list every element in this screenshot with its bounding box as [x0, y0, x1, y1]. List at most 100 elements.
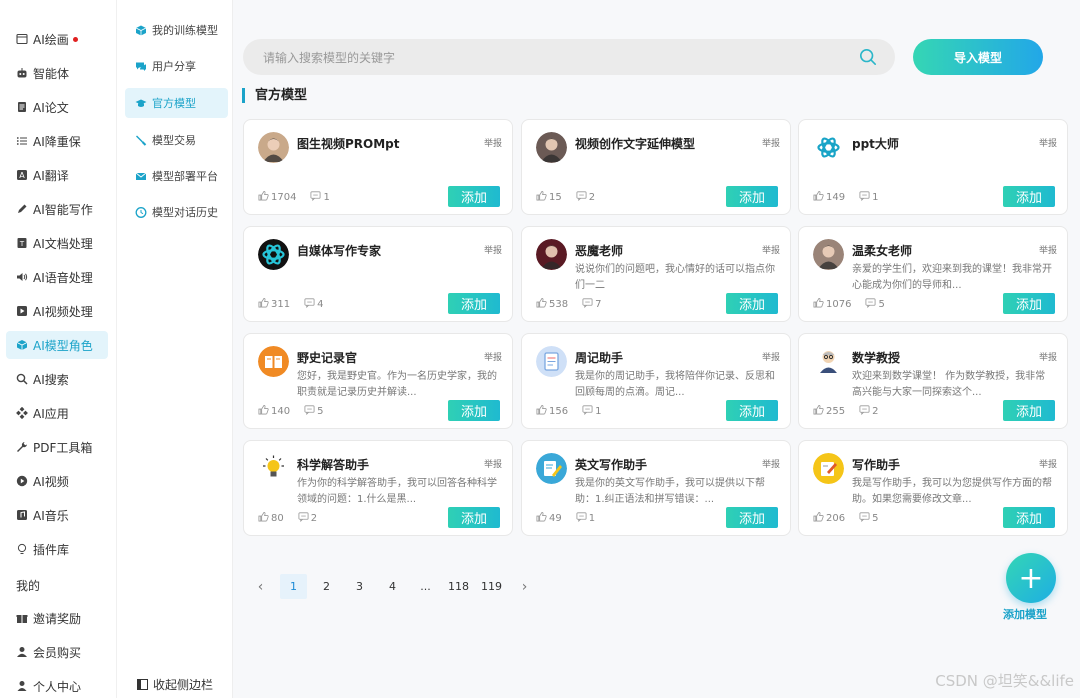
like-count[interactable]: 1704 — [258, 190, 296, 204]
add-model-button[interactable]: 添加 — [1003, 186, 1055, 207]
page-button[interactable]: 2 — [313, 574, 340, 599]
model-card[interactable]: 写作助手 举报 我是写作助手，我可以为您提供写作方面的帮助。如果您需要修改文章.… — [798, 440, 1068, 536]
like-count[interactable]: 156 — [536, 404, 568, 418]
search-icon[interactable] — [859, 48, 877, 66]
model-card[interactable]: 周记助手 举报 我是你的周记助手，我将陪伴你记录、反思和回顾每周的点滴。周记..… — [521, 333, 791, 429]
report-link[interactable]: 举报 — [762, 243, 780, 256]
model-card[interactable]: 科学解答助手 举报 作为你的科学解答助手，我可以回答各种科学领域的问题：1.什么… — [243, 440, 513, 536]
sidebar-item-3[interactable]: AI降重保 — [6, 127, 108, 155]
my-item-1[interactable]: 会员购买 — [6, 638, 108, 666]
prev-page-button[interactable]: ‹ — [247, 574, 274, 599]
sub-nav-item-2[interactable]: 官方模型 — [125, 88, 228, 118]
import-model-button[interactable]: 导入模型 — [913, 39, 1043, 75]
sidebar-item-9[interactable]: AI模型角色 — [6, 331, 108, 359]
model-card[interactable]: 英文写作助手 举报 我是你的英文写作助手，我可以提供以下帮助：1.纠正语法和拼写… — [521, 440, 791, 536]
sidebar-item-1[interactable]: 智能体 — [6, 59, 108, 87]
like-count[interactable]: 80 — [258, 511, 284, 525]
sub-nav-item-1[interactable]: 用户分享 — [125, 51, 228, 81]
sidebar-item-11[interactable]: AI应用 — [6, 399, 108, 427]
report-link[interactable]: 举报 — [1039, 350, 1057, 363]
report-link[interactable]: 举报 — [1039, 457, 1057, 470]
comment-count[interactable]: 4 — [304, 297, 323, 311]
report-link[interactable]: 举报 — [762, 457, 780, 470]
add-model-button[interactable]: 添加 — [726, 186, 778, 207]
like-count[interactable]: 49 — [536, 511, 562, 525]
model-card[interactable]: 恶魔老师 举报 说说你们的问题吧，我心情好的话可以指点你们一二 538 7 添加 — [521, 226, 791, 322]
like-count[interactable]: 1076 — [813, 297, 851, 311]
like-count[interactable]: 255 — [813, 404, 845, 418]
report-link[interactable]: 举报 — [1039, 243, 1057, 256]
like-count[interactable]: 140 — [258, 404, 290, 418]
add-model-button[interactable]: 添加 — [726, 400, 778, 421]
my-item-2[interactable]: 个人中心 — [6, 672, 108, 698]
page-button[interactable]: ... — [412, 574, 439, 599]
comment-count[interactable]: 5 — [304, 404, 323, 418]
page-button[interactable]: 118 — [445, 574, 472, 599]
comment-count[interactable]: 1 — [576, 511, 595, 525]
model-card[interactable]: 数学教授 举报 欢迎来到数学课堂！ 作为数学教授，我非常高兴能与大家一同探索这个… — [798, 333, 1068, 429]
like-count[interactable]: 149 — [813, 190, 845, 204]
comment-count[interactable]: 7 — [582, 297, 601, 311]
add-model-button[interactable]: 添加 — [726, 293, 778, 314]
add-model-button[interactable]: 添加 — [726, 507, 778, 528]
add-model-button[interactable]: 添加 — [448, 293, 500, 314]
add-model-button[interactable]: 添加 — [1003, 400, 1055, 421]
comment-count[interactable]: 2 — [298, 511, 317, 525]
add-model-button[interactable]: 添加 — [1003, 507, 1055, 528]
add-model-button[interactable]: 添加 — [448, 507, 500, 528]
comment-count[interactable]: 2 — [576, 190, 595, 204]
my-item-0[interactable]: 邀请奖励 — [6, 604, 108, 632]
model-card[interactable]: 视频创作文字延伸模型 举报 15 2 添加 — [521, 119, 791, 215]
report-link[interactable]: 举报 — [484, 350, 502, 363]
like-count[interactable]: 311 — [258, 297, 290, 311]
report-link[interactable]: 举报 — [1039, 136, 1057, 149]
model-card[interactable]: 温柔女老师 举报 亲爱的学生们，欢迎来到我的课堂！我非常开心能成为你们的导师和.… — [798, 226, 1068, 322]
collapse-sidebar-button[interactable]: 收起侧边栏 — [137, 676, 213, 693]
sub-nav-item-0[interactable]: 我的训练模型 — [125, 15, 228, 45]
report-link[interactable]: 举报 — [484, 136, 502, 149]
comment-count[interactable]: 1 — [859, 190, 878, 204]
sub-nav-item-4[interactable]: 模型部署平台 — [125, 161, 228, 191]
add-model-fab-button[interactable]: + — [1006, 553, 1056, 603]
sidebar-item-6[interactable]: T AI文档处理 — [6, 229, 108, 257]
sidebar-item-4[interactable]: A AI翻译 — [6, 161, 108, 189]
sub-nav-item-5[interactable]: 模型对话历史 — [125, 197, 228, 227]
add-model-label[interactable]: 添加模型 — [1003, 606, 1047, 622]
search-input[interactable]: 请输入搜索模型的关键字 — [263, 49, 395, 66]
next-page-button[interactable]: › — [511, 574, 538, 599]
sidebar-item-8[interactable]: AI视频处理 — [6, 297, 108, 325]
model-card[interactable]: 野史记录官 举报 您好，我是野史官。作为一名历史学家，我的职责就是记录历史并解读… — [243, 333, 513, 429]
like-count[interactable]: 206 — [813, 511, 845, 525]
sidebar-item-10[interactable]: AI搜索 — [6, 365, 108, 393]
sidebar-item-2[interactable]: AI论文 — [6, 93, 108, 121]
model-card[interactable]: ppt大师 举报 149 1 添加 — [798, 119, 1068, 215]
model-card[interactable]: 自媒体写作专家 举报 311 4 添加 — [243, 226, 513, 322]
like-count[interactable]: 15 — [536, 190, 562, 204]
add-model-button[interactable]: 添加 — [448, 186, 500, 207]
sidebar-item-15[interactable]: 插件库 — [6, 535, 108, 563]
like-count[interactable]: 538 — [536, 297, 568, 311]
sidebar-item-0[interactable]: AI绘画 — [6, 25, 108, 53]
sidebar-item-14[interactable]: AI音乐 — [6, 501, 108, 529]
sidebar-item-5[interactable]: AI智能写作 — [6, 195, 108, 223]
add-model-button[interactable]: 添加 — [448, 400, 500, 421]
model-card[interactable]: 图生视频PROMpt 举报 1704 1 添加 — [243, 119, 513, 215]
sidebar-item-7[interactable]: AI语音处理 — [6, 263, 108, 291]
sidebar-item-13[interactable]: AI视频 — [6, 467, 108, 495]
comment-count[interactable]: 1 — [310, 190, 330, 204]
search-bar[interactable]: 请输入搜索模型的关键字 — [243, 39, 895, 75]
comment-count[interactable]: 5 — [859, 511, 878, 525]
comment-count[interactable]: 2 — [859, 404, 878, 418]
page-button[interactable]: 119 — [478, 574, 505, 599]
comment-count[interactable]: 5 — [865, 297, 885, 311]
report-link[interactable]: 举报 — [484, 243, 502, 256]
report-link[interactable]: 举报 — [762, 136, 780, 149]
page-button[interactable]: 1 — [280, 574, 307, 599]
report-link[interactable]: 举报 — [762, 350, 780, 363]
page-button[interactable]: 4 — [379, 574, 406, 599]
sub-nav-item-3[interactable]: 模型交易 — [125, 125, 228, 155]
page-button[interactable]: 3 — [346, 574, 373, 599]
sidebar-item-12[interactable]: PDF工具箱 — [6, 433, 108, 461]
add-model-button[interactable]: 添加 — [1003, 293, 1055, 314]
comment-count[interactable]: 1 — [582, 404, 601, 418]
